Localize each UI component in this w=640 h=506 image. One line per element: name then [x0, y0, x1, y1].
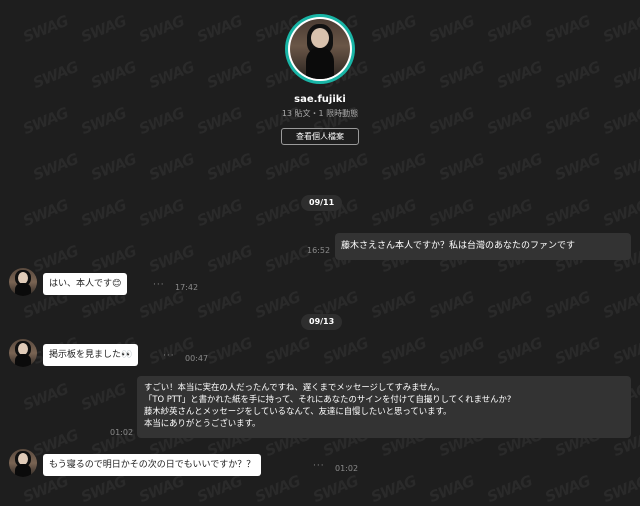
watermark-mark: SWAG	[262, 149, 313, 185]
date-divider: 09/13	[301, 314, 343, 330]
more-options-icon[interactable]: ···	[313, 461, 325, 471]
watermark-mark: SWAG	[426, 195, 477, 231]
profile-header: sae.fujiki 13 貼文・1 限時動態 查看個人檔案	[0, 14, 640, 145]
watermark-mark: SWAG	[484, 195, 535, 231]
watermark-mark: SWAG	[204, 241, 255, 277]
watermark-mark: SWAG	[78, 195, 129, 231]
watermark-mark: SWAG	[600, 195, 640, 231]
watermark-mark: SWAG	[20, 471, 71, 506]
watermark-mark: SWAG	[368, 471, 419, 506]
incoming-message-bubble[interactable]: 掲示板を見ました👀	[43, 344, 139, 366]
watermark-mark: SWAG	[368, 287, 419, 323]
watermark-mark: SWAG	[426, 471, 477, 506]
watermark-mark: SWAG	[494, 333, 545, 369]
watermark-mark: SWAG	[136, 287, 187, 323]
watermark-mark: SWAG	[262, 333, 313, 369]
watermark-mark: SWAG	[552, 333, 603, 369]
watermark-mark: SWAG	[600, 471, 640, 506]
more-options-icon[interactable]: ···	[153, 280, 165, 290]
watermark-mark: SWAG	[146, 149, 197, 185]
watermark-mark: SWAG	[20, 195, 71, 231]
watermark-mark: SWAG	[146, 241, 197, 277]
message-line: 本当にありがとうございます。	[144, 418, 261, 428]
watermark-mark: SWAG	[542, 195, 593, 231]
watermark-mark: SWAG	[194, 195, 245, 231]
watermark-mark: SWAG	[310, 471, 361, 506]
watermark-mark: SWAG	[552, 149, 603, 185]
outgoing-message-bubble[interactable]: 藤木さえさん本人ですか？私は台灣のあなたのファンです	[335, 233, 631, 260]
watermark-mark: SWAG	[610, 149, 640, 185]
profile-avatar[interactable]	[285, 14, 355, 84]
watermark-mark: SWAG	[30, 149, 81, 185]
watermark-mark: SWAG	[88, 241, 139, 277]
watermark-mark: SWAG	[610, 333, 640, 369]
more-options-icon[interactable]: ···	[163, 351, 175, 361]
watermark-mark: SWAG	[436, 149, 487, 185]
incoming-message-bubble[interactable]: はい、本人です😊	[43, 273, 128, 295]
message-line: すごい！本当に実在の人だったんですね、遅くまでメッセージしてすみません。	[144, 382, 445, 392]
watermark-mark: SWAG	[378, 149, 429, 185]
watermark-mark: SWAG	[484, 471, 535, 506]
profile-stats: 13 貼文・1 限時動態	[281, 109, 359, 118]
watermark-mark: SWAG	[542, 287, 593, 323]
watermark-mark: SWAG	[194, 287, 245, 323]
watermark-mark: SWAG	[78, 471, 129, 506]
watermark-mark: SWAG	[368, 195, 419, 231]
watermark-mark: SWAG	[252, 287, 303, 323]
message-line: 「TO PTT」と書かれた紙を手に持って、それにあなたのサインを付けて自撮りして…	[144, 394, 512, 404]
watermark-mark: SWAG	[262, 241, 313, 277]
sender-avatar[interactable]	[9, 339, 37, 367]
watermark-mark: SWAG	[78, 379, 129, 415]
watermark-mark: SWAG	[484, 287, 535, 323]
message-time: 16:52	[307, 246, 331, 255]
sender-avatar[interactable]	[9, 449, 37, 477]
message-time: 01:02	[335, 464, 359, 473]
watermark-mark: SWAG	[494, 149, 545, 185]
watermark-mark: SWAG	[30, 241, 81, 277]
watermark-mark: SWAG	[204, 149, 255, 185]
message-time: 00:47	[185, 354, 209, 363]
watermark-mark: SWAG	[436, 333, 487, 369]
watermark-mark: SWAG	[252, 471, 303, 506]
sender-avatar[interactable]	[9, 268, 37, 296]
date-divider: 09/11	[301, 195, 343, 211]
incoming-message-bubble[interactable]: もう寝るので明日かその次の日でもいいですか？？	[43, 454, 262, 476]
message-time: 01:02	[110, 428, 134, 437]
view-profile-button[interactable]: 查看個人檔案	[281, 128, 359, 145]
watermark-mark: SWAG	[252, 195, 303, 231]
watermark-mark: SWAG	[600, 287, 640, 323]
watermark-mark: SWAG	[88, 149, 139, 185]
watermark-mark: SWAG	[136, 195, 187, 231]
watermark-mark: SWAG	[136, 471, 187, 506]
watermark-mark: SWAG	[204, 333, 255, 369]
watermark-mark: SWAG	[378, 333, 429, 369]
watermark-mark: SWAG	[20, 379, 71, 415]
message-line: 藤木紗英さんとメッセージをしているなんて、友達に自慢したいと思っています。	[144, 406, 452, 416]
profile-username[interactable]: sae.fujiki	[0, 94, 640, 105]
watermark-mark: SWAG	[320, 149, 371, 185]
outgoing-message-bubble[interactable]: すごい！本当に実在の人だったんですね、遅くまでメッセージしてすみません。 「TO…	[137, 376, 631, 438]
watermark-mark: SWAG	[320, 333, 371, 369]
message-time: 17:42	[175, 283, 199, 292]
watermark-mark: SWAG	[542, 471, 593, 506]
watermark-mark: SWAG	[194, 471, 245, 506]
watermark-mark: SWAG	[426, 287, 477, 323]
